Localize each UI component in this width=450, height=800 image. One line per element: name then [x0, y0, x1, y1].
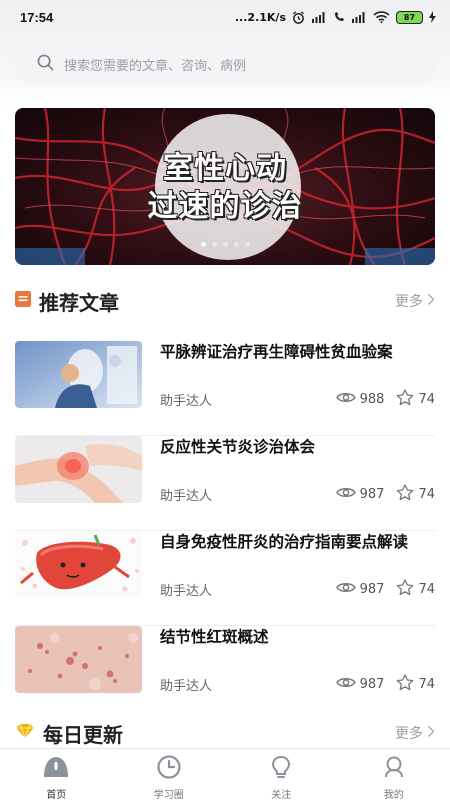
chevron-right-icon	[427, 293, 435, 310]
carousel-dot[interactable]	[200, 242, 206, 247]
view-count: 988	[335, 391, 385, 408]
article-item[interactable]: 结节性红斑概述 助手达人 987 74	[15, 626, 435, 721]
user-icon	[382, 755, 406, 783]
star-icon	[396, 484, 414, 505]
star-icon	[396, 674, 414, 695]
favorite-count: 74	[396, 484, 435, 505]
eye-icon	[335, 391, 356, 408]
status-icons: ...2.1K/s 87	[234, 10, 436, 24]
carousel-dots	[15, 242, 435, 247]
article-author: 助手达人	[160, 679, 213, 694]
view-count-value: 987	[359, 487, 385, 502]
wifi-icon	[373, 11, 390, 23]
article-list-icon	[15, 291, 31, 311]
network-speed: ...2.1K/s	[234, 10, 286, 24]
article-title[interactable]: 反应性关节炎诊治体会	[160, 436, 425, 458]
article-thumbnail	[15, 531, 142, 598]
charging-icon	[429, 11, 436, 23]
more-label: 更多	[395, 294, 423, 310]
eye-icon	[335, 676, 356, 693]
tab-study-circle[interactable]: 学习圈	[113, 749, 226, 800]
article-title[interactable]: 自身免疫性肝炎的治疗指南要点解读	[160, 531, 425, 553]
article-item[interactable]: 平脉辨证治疗再生障碍性贫血验案 助手达人 988 74	[15, 341, 435, 436]
carousel-dot[interactable]	[244, 242, 250, 247]
view-count: 987	[335, 486, 385, 503]
article-title[interactable]: 结节性红斑概述	[160, 626, 425, 648]
view-count: 987	[335, 676, 385, 693]
view-count-value: 987	[359, 582, 385, 597]
article-author: 助手达人	[160, 489, 213, 504]
eye-icon	[335, 486, 356, 503]
tab-mine[interactable]: 我的	[338, 749, 450, 800]
favorite-count-value: 74	[418, 487, 435, 502]
star-icon	[396, 579, 414, 600]
daily-more-link[interactable]: 更多	[395, 723, 435, 743]
favorite-count: 74	[396, 389, 435, 410]
article-item[interactable]: 自身免疫性肝炎的治疗指南要点解读 助手达人 987 74	[15, 531, 435, 626]
battery-icon: 87	[396, 10, 423, 24]
carousel-dot[interactable]	[233, 242, 239, 247]
favorite-count-value: 74	[418, 677, 435, 692]
view-count: 987	[335, 581, 385, 598]
article-author: 助手达人	[160, 394, 213, 409]
tab-home[interactable]: 首页	[0, 749, 113, 800]
eye-icon	[335, 581, 356, 598]
favorite-count-value: 74	[418, 392, 435, 407]
more-label: 更多	[395, 726, 423, 742]
tab-follow[interactable]: 关注	[225, 749, 338, 800]
recommended-title: 推荐文章	[39, 290, 119, 315]
article-thumbnail	[15, 436, 142, 503]
recommended-section-header: 推荐文章 更多	[15, 286, 435, 316]
lightbulb-icon	[269, 755, 293, 783]
article-stats: 987 74	[335, 579, 435, 600]
recommended-more-link[interactable]: 更多	[395, 291, 435, 311]
article-item[interactable]: 反应性关节炎诊治体会 助手达人 987 74	[15, 436, 435, 531]
favorite-count-value: 74	[418, 582, 435, 597]
search-bar[interactable]: 搜索您需要的文章、咨询、病例	[15, 46, 435, 82]
article-stats: 988 74	[335, 389, 435, 410]
tab-label: 我的	[383, 790, 404, 800]
banner-carousel[interactable]: 室性心动 过速的诊治	[15, 108, 435, 265]
home-icon	[41, 755, 71, 783]
carousel-dot[interactable]	[222, 242, 228, 247]
status-time: 17:54	[20, 9, 54, 25]
daily-title: 每日更新	[43, 722, 123, 747]
article-stats: 987 74	[335, 674, 435, 695]
signal-icon	[351, 11, 367, 23]
chevron-right-icon	[427, 725, 435, 742]
tab-label: 首页	[46, 790, 67, 800]
article-author: 助手达人	[160, 584, 213, 599]
bottom-tab-bar: 首页 学习圈 关注 我的	[0, 748, 450, 800]
diamond-icon	[15, 723, 35, 743]
carousel-dot[interactable]	[211, 242, 217, 247]
article-stats: 987 74	[335, 484, 435, 505]
search-input[interactable]: 搜索您需要的文章、咨询、病例	[64, 55, 246, 74]
article-thumbnail	[15, 626, 142, 693]
daily-section-header: 每日更新 更多	[15, 718, 435, 748]
status-bar: 17:54 ...2.1K/s 87	[0, 0, 450, 34]
view-count-value: 987	[359, 677, 385, 692]
article-title[interactable]: 平脉辨证治疗再生障碍性贫血验案	[160, 341, 425, 363]
hd-signal-icon	[311, 11, 327, 23]
call-icon	[333, 11, 345, 23]
favorite-count: 74	[396, 579, 435, 600]
clock-icon	[156, 755, 182, 783]
article-thumbnail	[15, 341, 142, 408]
tab-label: 关注	[271, 790, 292, 800]
tab-label: 学习圈	[153, 790, 184, 800]
favorite-count: 74	[396, 674, 435, 695]
star-icon	[396, 389, 414, 410]
alarm-icon	[292, 10, 305, 24]
banner-title: 室性心动 过速的诊治	[147, 151, 303, 224]
view-count-value: 988	[359, 392, 385, 407]
search-icon	[37, 54, 54, 75]
